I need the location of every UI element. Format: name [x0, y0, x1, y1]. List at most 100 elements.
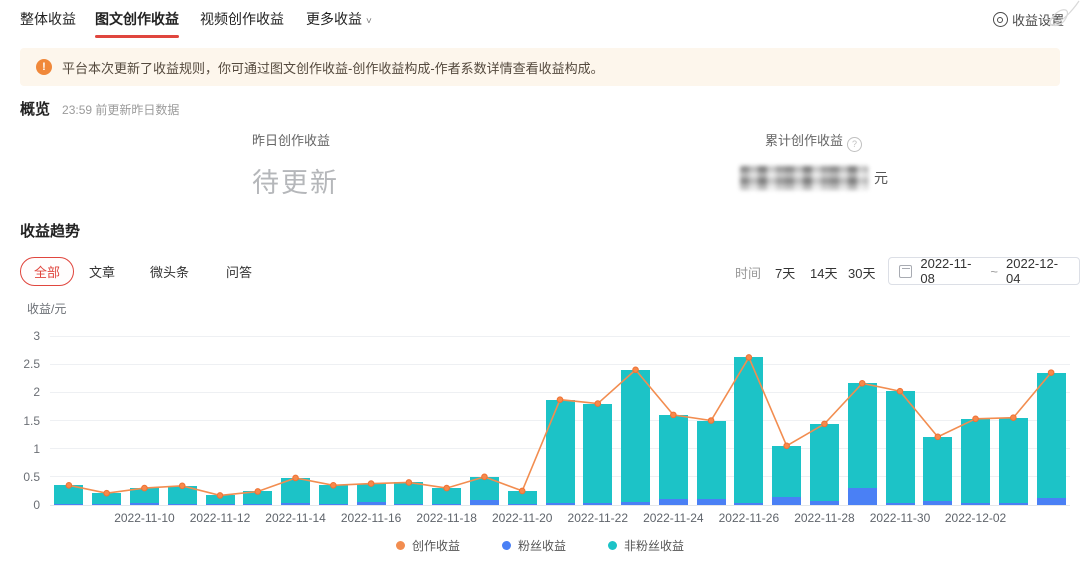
line-point[interactable]	[595, 401, 601, 407]
fan-segment	[659, 499, 688, 505]
fan-segment	[281, 503, 310, 505]
nonfan-segment	[772, 446, 801, 497]
bar-2022-11-27[interactable]	[772, 446, 801, 505]
bar-2022-11-19[interactable]	[470, 477, 499, 505]
bar-2022-11-21[interactable]	[546, 400, 575, 505]
fan-segment	[621, 502, 650, 505]
nonfan-segment	[734, 357, 763, 502]
bar-2022-11-24[interactable]	[659, 415, 688, 505]
bar-2022-11-23[interactable]	[621, 370, 650, 505]
nonfan-segment	[961, 419, 990, 504]
x-axis-tick: 2022-12-02	[945, 511, 1006, 525]
legend-dot-blue	[502, 541, 511, 550]
line-point[interactable]	[217, 493, 223, 499]
fan-segment	[168, 504, 197, 505]
fan-segment	[961, 503, 990, 505]
nonfan-segment	[848, 383, 877, 487]
y-axis-tick: 2.5	[8, 357, 40, 371]
line-point[interactable]	[973, 416, 979, 422]
x-axis-tick: 2022-11-20	[492, 511, 553, 525]
line-point[interactable]	[519, 488, 525, 494]
creation-income-line	[0, 0, 1080, 567]
x-axis-tick: 2022-11-18	[416, 511, 477, 525]
line-point[interactable]	[784, 443, 790, 449]
bar-2022-12-04[interactable]	[1037, 373, 1066, 505]
line-point[interactable]	[671, 412, 677, 418]
bar-2022-11-26[interactable]	[734, 357, 763, 505]
legend-dot-teal	[608, 541, 617, 550]
line-point[interactable]	[1011, 415, 1017, 421]
line-point[interactable]	[368, 481, 374, 487]
x-axis-tick: 2022-11-22	[568, 511, 629, 525]
fan-segment	[923, 501, 952, 505]
x-axis-tick: 2022-11-30	[870, 511, 931, 525]
fan-segment	[848, 488, 877, 505]
bar-2022-11-14[interactable]	[281, 478, 310, 505]
bar-2022-12-01[interactable]	[923, 437, 952, 505]
bar-2022-11-30[interactable]	[886, 391, 915, 505]
bar-2022-12-02[interactable]	[961, 419, 990, 505]
fan-segment	[583, 503, 612, 505]
bar-2022-11-29[interactable]	[848, 383, 877, 505]
gridline	[50, 364, 1070, 365]
nonfan-segment	[621, 370, 650, 502]
nonfan-segment	[546, 400, 575, 504]
line-point[interactable]	[179, 483, 185, 489]
legend-item-nonfan-income[interactable]: 非粉丝收益	[608, 537, 684, 554]
line-point[interactable]	[935, 434, 941, 440]
x-axis-tick: 2022-11-14	[265, 511, 326, 525]
nonfan-segment	[810, 424, 839, 501]
fan-segment	[810, 501, 839, 506]
line-point[interactable]	[633, 367, 639, 373]
fan-segment	[546, 503, 575, 505]
fan-segment	[394, 504, 423, 505]
line-point[interactable]	[1048, 370, 1054, 376]
nonfan-segment	[886, 391, 915, 503]
line-point[interactable]	[406, 480, 412, 486]
line-point[interactable]	[255, 489, 261, 495]
line-point[interactable]	[482, 474, 488, 480]
legend-label: 非粉丝收益	[624, 537, 684, 554]
bar-2022-12-03[interactable]	[999, 418, 1028, 505]
line-point[interactable]	[708, 418, 714, 424]
bar-2022-11-28[interactable]	[810, 424, 839, 505]
nonfan-segment	[583, 404, 612, 503]
line-point[interactable]	[822, 421, 828, 427]
fan-segment	[432, 504, 461, 505]
legend-dot-orange	[396, 541, 405, 550]
line-point[interactable]	[859, 381, 865, 387]
fan-segment	[319, 504, 348, 505]
bar-2022-11-22[interactable]	[583, 404, 612, 505]
y-axis-tick: 3	[8, 329, 40, 343]
line-point[interactable]	[331, 482, 337, 488]
y-axis-tick: 1	[8, 442, 40, 456]
fan-segment	[54, 504, 83, 505]
x-axis-tick: 2022-11-16	[341, 511, 402, 525]
line-point[interactable]	[746, 355, 752, 361]
line-point[interactable]	[444, 485, 450, 491]
fan-segment	[243, 504, 272, 505]
legend-label: 粉丝收益	[518, 537, 566, 554]
fan-segment	[886, 503, 915, 505]
y-axis-tick: 0.5	[8, 470, 40, 484]
line-point[interactable]	[104, 490, 110, 496]
x-axis-tick: 2022-11-12	[190, 511, 251, 525]
line-point[interactable]	[557, 397, 563, 403]
line-point[interactable]	[66, 482, 72, 488]
fan-segment	[697, 499, 726, 505]
x-axis-tick: 2022-11-24	[643, 511, 704, 525]
fan-segment	[999, 503, 1028, 505]
fan-segment	[1037, 498, 1066, 505]
fan-segment	[92, 504, 121, 505]
bar-2022-11-25[interactable]	[697, 421, 726, 506]
bar-2022-11-17[interactable]	[394, 482, 423, 505]
nonfan-segment	[999, 418, 1028, 504]
legend-item-fan-income[interactable]: 粉丝收益	[502, 537, 566, 554]
fan-segment	[357, 502, 386, 505]
fan-segment	[734, 503, 763, 505]
x-axis-tick: 2022-11-10	[114, 511, 175, 525]
line-point[interactable]	[897, 388, 903, 394]
legend-item-creation-income[interactable]: 创作收益	[396, 537, 460, 554]
line-point[interactable]	[142, 485, 148, 491]
line-point[interactable]	[293, 475, 299, 481]
